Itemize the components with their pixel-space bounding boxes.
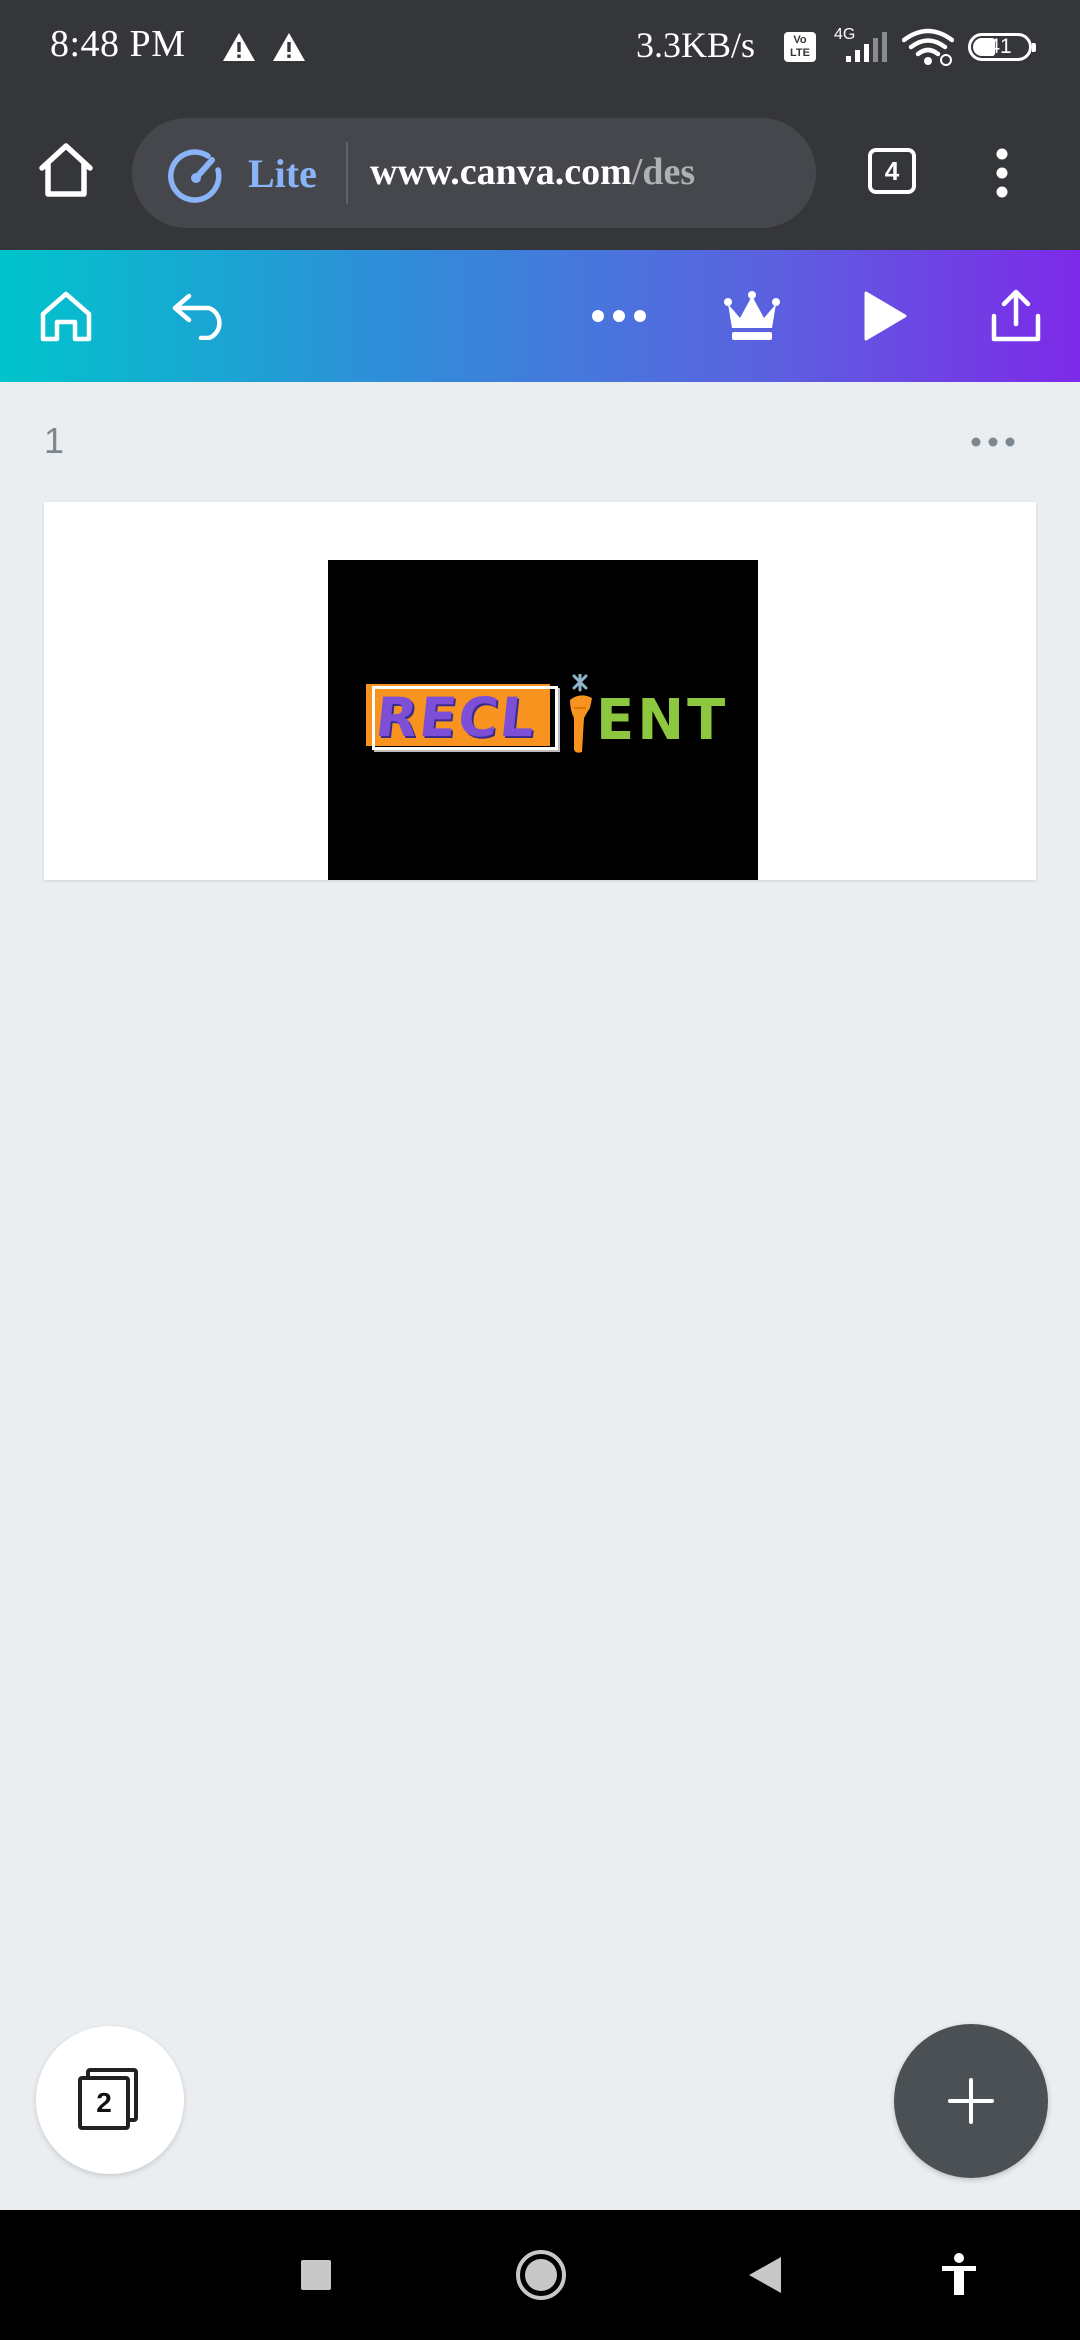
logo-text-right: ENT [596,688,729,753]
signal-icon [846,32,887,62]
home-nav-button[interactable] [510,2210,572,2340]
browser-toolbar: Lite www.canva.com/des 4 [0,96,1080,250]
design-page[interactable]: RECL ENT [44,502,1036,880]
volte-badge: Vo LTE [784,32,816,62]
carrot-figure-icon [570,674,592,753]
editor-home-button[interactable] [24,250,108,382]
undo-button[interactable] [158,250,242,382]
present-button[interactable] [846,250,924,382]
undo-icon [172,293,222,340]
lite-mode-label: Lite [248,151,317,196]
logo-text-left: RECL [372,686,540,749]
plus-icon [948,2078,994,2124]
url-path: /des [631,151,696,193]
tab-switcher-button[interactable]: 4 [868,148,916,194]
back-icon [749,2257,781,2293]
warning-icon [273,33,305,61]
home-icon[interactable] [36,140,96,200]
address-divider [346,142,348,204]
status-time: 8:48 PM [50,23,186,65]
pages-count: 2 [78,2076,130,2130]
recents-icon [301,2260,331,2290]
more-options-button[interactable] [582,250,656,382]
warning-icon [223,33,255,61]
url-text[interactable]: www.canva.com/des [370,150,816,194]
accessibility-icon [942,2253,976,2295]
accessibility-button[interactable] [934,2210,984,2340]
back-button[interactable] [740,2210,790,2340]
page-options-icon[interactable] [970,436,1016,448]
play-icon [864,291,907,341]
add-element-button[interactable] [894,2024,1048,2178]
pages-button[interactable]: 2 [36,2026,184,2174]
status-bar: 8:48 PM 3.3KB/s Vo LTE 4G 41 [0,0,1080,96]
design-image[interactable]: RECL ENT [328,560,758,880]
lite-speed-icon[interactable] [168,148,224,204]
url-domain: www.canva.com [370,151,632,193]
share-button[interactable] [976,250,1056,382]
wifi-icon [902,28,954,66]
home-icon [40,291,92,342]
recents-button[interactable] [286,2210,346,2340]
editor-toolbar [0,250,1080,382]
share-icon [991,289,1041,342]
page-number: 1 [44,420,65,461]
home-circle-icon [516,2250,566,2300]
more-vert-icon[interactable] [990,148,1014,198]
battery-level: 41 [988,35,1012,58]
premium-button[interactable] [712,250,792,382]
battery-indicator: 41 [968,33,1036,61]
more-horiz-icon [592,310,646,322]
system-nav-bar [0,2210,1080,2340]
address-bar[interactable]: Lite www.canva.com/des [132,118,816,228]
network-speed: 3.3KB/s [636,25,756,65]
crown-icon [724,291,780,340]
